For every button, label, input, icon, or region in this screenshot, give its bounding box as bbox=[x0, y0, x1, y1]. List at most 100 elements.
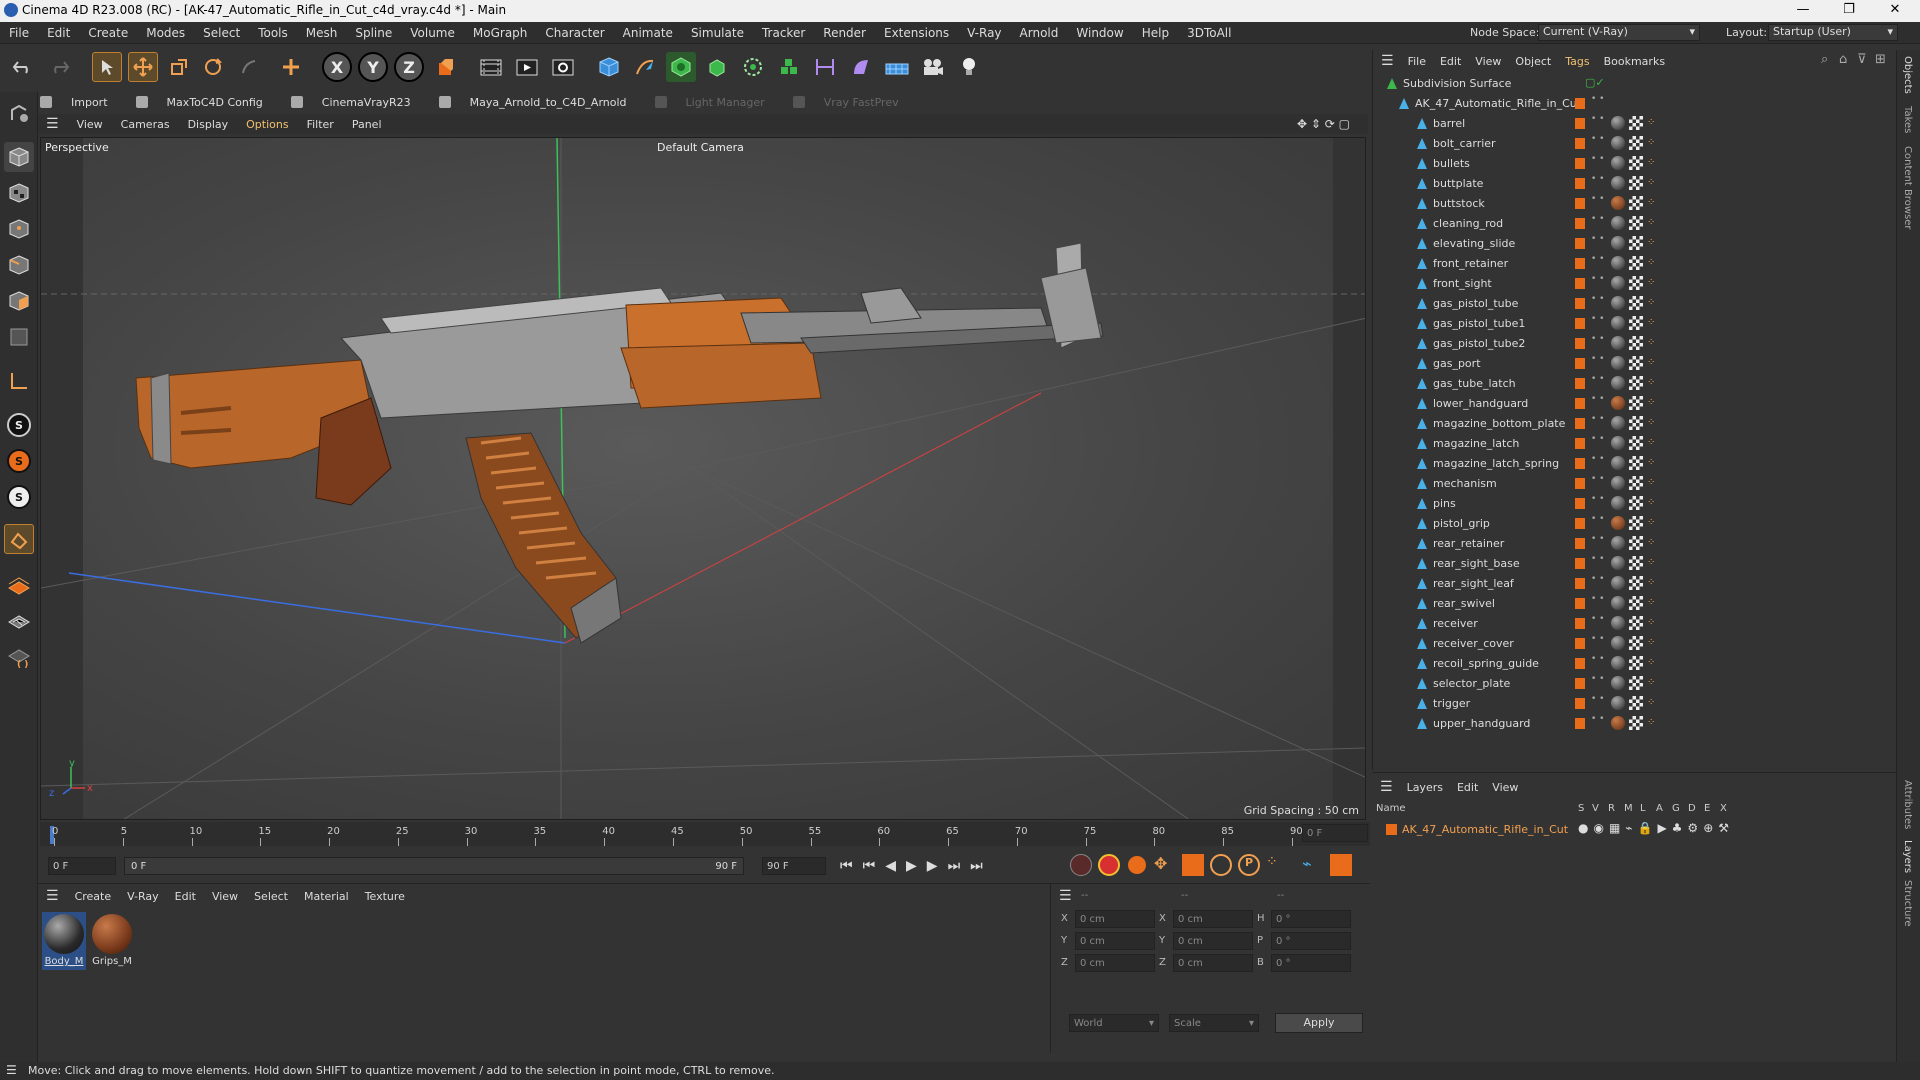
extrude-icon[interactable] bbox=[702, 52, 732, 82]
scale-key-icon[interactable] bbox=[1182, 854, 1204, 876]
material-tag-icon[interactable] bbox=[1611, 596, 1625, 610]
uvw-tag-icon[interactable] bbox=[1629, 356, 1643, 370]
object-name[interactable]: gas_pistol_tube2 bbox=[1433, 337, 1525, 350]
viewport-menu-filter[interactable]: Filter bbox=[307, 118, 334, 131]
plugin-vray-fastprev[interactable]: Vray FastPrev bbox=[792, 96, 913, 109]
phong-tag-icon[interactable]: ⁘ bbox=[1647, 597, 1655, 608]
visibility-dots-icon[interactable]: • • bbox=[1591, 275, 1604, 284]
material-tag-icon[interactable] bbox=[1611, 356, 1625, 370]
menu-tools[interactable]: Tools bbox=[249, 26, 297, 40]
object-menu-file[interactable]: File bbox=[1408, 55, 1426, 68]
layer-color-icon[interactable] bbox=[1575, 358, 1585, 369]
uvw-tag-icon[interactable] bbox=[1629, 416, 1643, 430]
subdivision-surface-icon[interactable] bbox=[666, 52, 696, 82]
phong-tag-icon[interactable]: ⁘ bbox=[1647, 457, 1655, 468]
viewport-menu-panel[interactable]: Panel bbox=[352, 118, 382, 131]
material-menu-vray[interactable]: V-Ray bbox=[127, 890, 159, 903]
material-tag-icon[interactable] bbox=[1611, 316, 1625, 330]
object-name[interactable]: magazine_latch_spring bbox=[1433, 457, 1559, 470]
close-button[interactable]: ✕ bbox=[1872, 0, 1918, 22]
object-row[interactable]: gas_pistol_tube1 • • ⁘ bbox=[1373, 314, 1897, 334]
object-name[interactable]: receiver bbox=[1433, 617, 1478, 630]
layer-color-icon[interactable] bbox=[1575, 638, 1585, 649]
visibility-dots-icon[interactable]: • • bbox=[1591, 335, 1604, 344]
object-menu-bookmarks[interactable]: Bookmarks bbox=[1604, 55, 1665, 68]
motion-system-icon[interactable]: ⌁ bbox=[1302, 854, 1324, 876]
object-name[interactable]: barrel bbox=[1433, 117, 1465, 130]
layer-color-icon[interactable] bbox=[1575, 118, 1585, 129]
object-row[interactable]: buttstock • • ⁘ bbox=[1373, 194, 1897, 214]
viewport-nav-icons[interactable]: ✥ ⇕ ⟳ ▢ bbox=[1297, 117, 1350, 131]
material-tag-icon[interactable] bbox=[1611, 136, 1625, 150]
object-row[interactable]: magazine_latch • • ⁘ bbox=[1373, 434, 1897, 454]
visibility-dots-icon[interactable]: • • bbox=[1591, 535, 1604, 544]
phong-tag-icon[interactable]: ⁘ bbox=[1647, 517, 1655, 528]
material-body[interactable]: Body_M bbox=[42, 912, 86, 970]
material-tag-icon[interactable] bbox=[1611, 176, 1625, 190]
deformer-icon[interactable] bbox=[810, 52, 840, 82]
record-icon[interactable] bbox=[1070, 854, 1092, 876]
layer-color-icon[interactable] bbox=[1575, 558, 1585, 569]
menu-help[interactable]: Help bbox=[1133, 26, 1178, 40]
visibility-dots-icon[interactable]: • • bbox=[1591, 495, 1604, 504]
menu-edit[interactable]: Edit bbox=[38, 26, 79, 40]
plugin-import[interactable]: Import bbox=[40, 96, 122, 109]
enabled-check-icon[interactable]: ▢✓ bbox=[1585, 76, 1605, 89]
coord-input[interactable]: 0 cm bbox=[1075, 954, 1155, 972]
phong-tag-icon[interactable]: ⁘ bbox=[1647, 257, 1655, 268]
uvw-tag-icon[interactable] bbox=[1629, 236, 1643, 250]
phong-tag-icon[interactable]: ⁘ bbox=[1647, 337, 1655, 348]
phong-tag-icon[interactable]: ⁘ bbox=[1647, 717, 1655, 728]
menu-select[interactable]: Select bbox=[194, 26, 249, 40]
z-axis-lock-icon[interactable]: Z bbox=[394, 52, 424, 82]
phong-tag-icon[interactable]: ⁘ bbox=[1647, 537, 1655, 548]
material-tag-icon[interactable] bbox=[1611, 476, 1625, 490]
layer-color-icon[interactable] bbox=[1575, 718, 1585, 729]
layer-color-icon[interactable] bbox=[1575, 318, 1585, 329]
previous-frame-icon[interactable]: ◀ bbox=[885, 858, 896, 874]
visibility-dots-icon[interactable]: • • bbox=[1591, 255, 1604, 264]
locked-workplane-icon[interactable] bbox=[4, 606, 34, 636]
material-tag-icon[interactable] bbox=[1611, 676, 1625, 690]
object-row[interactable]: gas_port • • ⁘ bbox=[1373, 354, 1897, 374]
phong-tag-icon[interactable]: ⁘ bbox=[1647, 577, 1655, 588]
phong-tag-icon[interactable]: ⁘ bbox=[1647, 617, 1655, 628]
layer-menu-view[interactable]: View bbox=[1492, 781, 1518, 794]
object-row[interactable]: recoil_spring_guide • • ⁘ bbox=[1373, 654, 1897, 674]
object-row[interactable]: magazine_bottom_plate • • ⁘ bbox=[1373, 414, 1897, 434]
floor-icon[interactable] bbox=[882, 52, 912, 82]
layer-color-icon[interactable] bbox=[1575, 158, 1585, 169]
start-frame-field[interactable]: 0 F bbox=[48, 857, 116, 875]
material-tag-icon[interactable] bbox=[1611, 436, 1625, 450]
uvw-tag-icon[interactable] bbox=[1629, 136, 1643, 150]
phong-tag-icon[interactable]: ⁘ bbox=[1647, 357, 1655, 368]
coord-input[interactable]: 0 cm bbox=[1075, 932, 1155, 950]
object-row[interactable]: selector_plate • • ⁘ bbox=[1373, 674, 1897, 694]
mograph-cloner-icon[interactable] bbox=[738, 52, 768, 82]
parameter-key-icon[interactable]: P bbox=[1238, 854, 1260, 876]
polygon-mode-icon[interactable] bbox=[4, 286, 34, 316]
visibility-dots-icon[interactable]: • • bbox=[1591, 595, 1604, 604]
material-tag-icon[interactable] bbox=[1611, 496, 1625, 510]
object-row[interactable]: magazine_latch_spring • • ⁘ bbox=[1373, 454, 1897, 474]
snap-settings-icon[interactable]: S bbox=[4, 446, 34, 476]
visibility-dots-icon[interactable]: • • bbox=[1591, 655, 1604, 664]
material-tag-icon[interactable] bbox=[1611, 276, 1625, 290]
object-row[interactable]: rear_sight_leaf • • ⁘ bbox=[1373, 574, 1897, 594]
viewport-menu-options[interactable]: Options bbox=[246, 118, 288, 131]
object-name[interactable]: AK_47_Automatic_Rifle_in_Cut bbox=[1415, 97, 1581, 110]
phong-tag-icon[interactable]: ⁘ bbox=[1647, 217, 1655, 228]
plugin-light-manager[interactable]: Light Manager bbox=[654, 96, 779, 109]
rotation-key-icon[interactable] bbox=[1210, 854, 1232, 876]
layout-select[interactable]: Startup (User) ▾ bbox=[1768, 24, 1898, 41]
material-tag-icon[interactable] bbox=[1611, 576, 1625, 590]
object-name[interactable]: selector_plate bbox=[1433, 677, 1510, 690]
maximize-button[interactable]: ❐ bbox=[1826, 0, 1872, 22]
object-name[interactable]: mechanism bbox=[1433, 477, 1497, 490]
current-frame-field[interactable]: 0 F bbox=[1302, 824, 1368, 842]
snap-icon[interactable]: S bbox=[4, 410, 34, 440]
select-arrow-icon[interactable] bbox=[92, 52, 122, 82]
layer-color-icon[interactable] bbox=[1575, 378, 1585, 389]
material-tag-icon[interactable] bbox=[1611, 336, 1625, 350]
menu-create[interactable]: Create bbox=[79, 26, 137, 40]
